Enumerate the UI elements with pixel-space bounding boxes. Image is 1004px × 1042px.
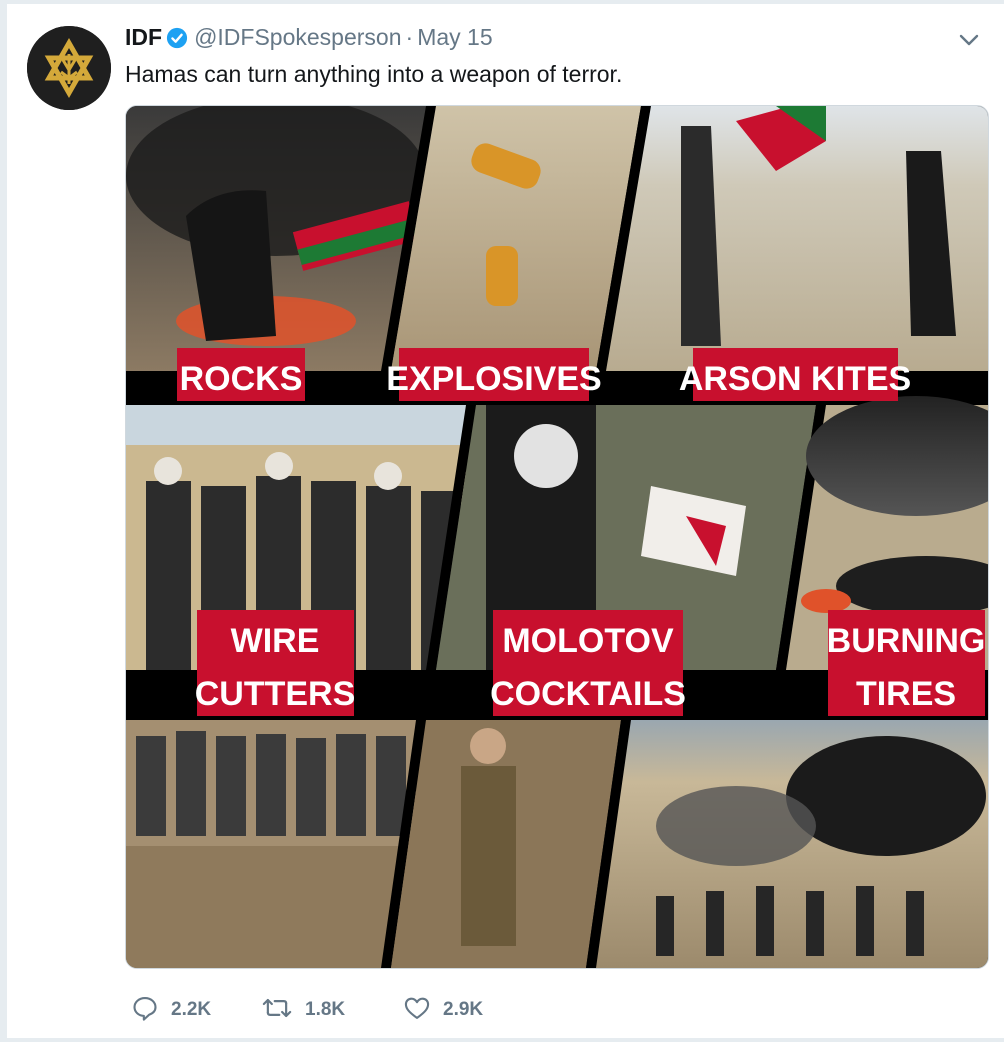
tweet-date[interactable]: May 15 [417, 24, 492, 50]
caption-cocktails: COCKTAILS [490, 675, 686, 713]
idf-emblem-icon [27, 26, 111, 110]
caption-cutters: CUTTERS [195, 675, 356, 713]
like-count: 2.9K [443, 999, 484, 1020]
caption-molotov: MOLOTOV [502, 622, 674, 660]
caption-wire: WIRE [231, 622, 320, 660]
caption-arson-kites: ARSON KITES [679, 360, 911, 398]
verified-badge-icon [166, 26, 188, 56]
reply-icon [131, 994, 159, 1027]
like-button[interactable]: 2.9K [403, 992, 483, 1028]
author-name[interactable]: IDF [125, 24, 162, 50]
author-handle[interactable]: @IDFSpokesperson [194, 24, 401, 50]
chevron-down-icon[interactable] [957, 28, 981, 52]
tweet-text: Hamas can turn anything into a weapon of… [125, 61, 623, 87]
retweet-icon [261, 994, 293, 1027]
tweet-header: IDF @IDFSpokesperson · May 15 [125, 22, 493, 56]
tweet-card[interactable]: IDF @IDFSpokesperson · May 15 Hamas can tur… [6, 4, 1004, 1038]
retweet-count: 1.8K [305, 999, 346, 1020]
reply-count: 2.2K [171, 999, 212, 1020]
caption-explosives: EXPLOSIVES [386, 360, 601, 398]
retweet-button[interactable]: 1.8K [261, 992, 345, 1028]
caption-tires: TIRES [856, 675, 956, 713]
header-separator: · [405, 24, 414, 50]
avatar[interactable] [27, 26, 111, 110]
heart-icon [403, 994, 431, 1027]
collage-image: ROCKS EXPLOSIVES ARSON KITES WIRE CUTTER… [126, 106, 988, 968]
caption-rocks: ROCKS [180, 360, 303, 398]
caption-burning: BURNING [827, 622, 986, 660]
tweet-image[interactable]: ROCKS EXPLOSIVES ARSON KITES WIRE CUTTER… [125, 105, 989, 969]
reply-button[interactable]: 2.2K [131, 992, 211, 1028]
